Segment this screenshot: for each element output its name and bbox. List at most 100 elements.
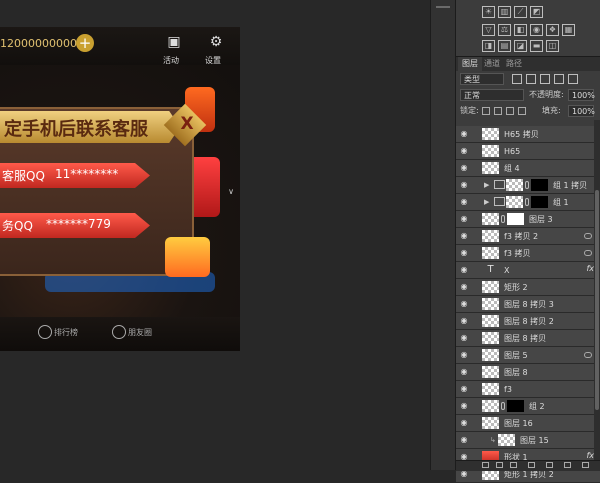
eye-icon[interactable]: ◉ <box>459 215 469 223</box>
curves-icon[interactable]: ⟋ <box>514 6 527 18</box>
new-layer-icon[interactable] <box>564 462 571 468</box>
layer-name[interactable]: 图层 8 拷贝 2 <box>504 313 554 330</box>
layer-row[interactable]: ◉ 图层 8 拷贝 3 <box>456 296 600 313</box>
sun-icon[interactable]: ☀ <box>482 6 495 18</box>
channel-mixer-icon[interactable]: ❖ <box>546 24 559 36</box>
layer-row[interactable]: ◉ 组 2 <box>456 398 600 415</box>
layer-row[interactable]: ◉ ▶ 组 1 <box>456 194 600 211</box>
eye-icon[interactable]: ◉ <box>459 130 469 138</box>
expand-group-icon[interactable]: ▶ <box>484 198 489 206</box>
layer-name[interactable]: 图层 8 拷贝 3 <box>504 296 554 313</box>
layer-name[interactable]: 组 1 <box>553 194 569 211</box>
invert-icon[interactable]: ◨ <box>482 40 495 52</box>
eye-icon[interactable]: ◉ <box>459 249 469 257</box>
layer-name[interactable]: 图层 15 <box>520 432 549 449</box>
eye-icon[interactable]: ◉ <box>459 368 469 376</box>
eye-icon[interactable]: ◉ <box>459 334 469 342</box>
blend-mode-select[interactable]: 正常 <box>460 89 524 101</box>
layer-name[interactable]: H65 拷贝 <box>504 126 539 143</box>
lock-move-icon[interactable] <box>506 107 514 115</box>
layer-mask-thumbnail[interactable] <box>507 400 524 412</box>
layer-row[interactable]: ◉ 组 4 <box>456 160 600 177</box>
layers-scroll-thumb[interactable] <box>595 190 599 410</box>
layer-name[interactable]: 图层 8 拷贝 <box>504 330 546 347</box>
eye-icon[interactable]: ◉ <box>459 300 469 308</box>
add-coins-button[interactable]: + <box>76 34 94 52</box>
eye-icon[interactable]: ◉ <box>459 181 469 189</box>
tab-channels[interactable]: 通道 <box>480 57 504 71</box>
eye-icon[interactable]: ◉ <box>459 436 469 444</box>
layer-mask-thumbnail[interactable] <box>507 213 524 225</box>
layer-row[interactable]: ◉ T Xfx <box>456 262 600 279</box>
mask-link-icon[interactable] <box>525 181 529 189</box>
tab-paths[interactable]: 路径 <box>502 57 526 71</box>
layer-name[interactable]: 图层 5 <box>504 347 528 364</box>
layer-name[interactable]: X <box>504 262 509 279</box>
eye-icon[interactable]: ◉ <box>459 198 469 206</box>
eye-icon[interactable]: ◉ <box>459 470 469 478</box>
layer-mask-thumbnail[interactable] <box>531 179 548 191</box>
layer-name[interactable]: 组 4 <box>504 160 520 177</box>
layer-row[interactable]: ◉ 图层 8 拷贝 <box>456 330 600 347</box>
layer-row[interactable]: ◉ ▶ 组 1 拷贝 <box>456 177 600 194</box>
collapsed-panel-grip[interactable] <box>436 6 450 8</box>
expand-group-icon[interactable]: ▶ <box>484 181 489 189</box>
layer-name[interactable]: 组 1 拷贝 <box>553 177 587 194</box>
layer-row[interactable]: ◉ H65 拷贝 <box>456 126 600 143</box>
lock-transparency-icon[interactable] <box>482 107 490 115</box>
eye-icon[interactable]: ◉ <box>459 317 469 325</box>
filter-type-icon[interactable] <box>540 74 550 84</box>
layer-name[interactable]: H65 <box>504 143 520 160</box>
threshold-icon[interactable]: ◪ <box>514 40 527 52</box>
fx-icon[interactable] <box>496 462 503 468</box>
eye-icon[interactable]: ◉ <box>459 266 469 274</box>
filter-adjust-icon[interactable] <box>526 74 536 84</box>
eye-icon[interactable]: ◉ <box>459 351 469 359</box>
document-canvas-area[interactable]: 12000000000 + ▣ 活动 ⚙ 设置 ∨ 定手机后联系客服 客服QQ … <box>0 0 455 470</box>
mask-link-icon[interactable] <box>501 402 505 410</box>
adjustment-layer-icon[interactable] <box>528 462 535 468</box>
trophy-icon[interactable] <box>38 325 52 339</box>
layer-row[interactable]: ◉ H65 <box>456 143 600 160</box>
exposure-icon[interactable]: ◩ <box>530 6 543 18</box>
lock-all-icon[interactable] <box>518 107 526 115</box>
levels-icon[interactable]: ▥ <box>498 6 511 18</box>
layer-row[interactable]: ◉ 图层 5 <box>456 347 600 364</box>
friends-icon[interactable] <box>112 325 126 339</box>
posterize-icon[interactable]: ▤ <box>498 40 511 52</box>
eye-icon[interactable]: ◉ <box>459 385 469 393</box>
layer-name[interactable]: f3 拷贝 2 <box>504 228 538 245</box>
trash-icon[interactable] <box>582 462 589 468</box>
filter-pixel-icon[interactable] <box>512 74 522 84</box>
layer-name[interactable]: f3 拷贝 <box>504 245 530 262</box>
filter-shape-icon[interactable] <box>554 74 564 84</box>
vibrance-icon[interactable]: ▽ <box>482 24 495 36</box>
new-group-icon[interactable] <box>546 462 553 468</box>
layer-name[interactable]: f3 <box>504 381 512 398</box>
lookup-icon[interactable]: ▦ <box>562 24 575 36</box>
layer-mask-thumbnail[interactable] <box>531 196 548 208</box>
eye-icon[interactable]: ◉ <box>459 164 469 172</box>
gear-icon[interactable]: ⚙ <box>208 35 224 49</box>
layer-row[interactable]: ◉ 图层 16 <box>456 415 600 432</box>
layer-name[interactable]: 图层 8 <box>504 364 528 381</box>
layer-row[interactable]: ◉ f3 拷贝 2 <box>456 228 600 245</box>
eye-icon[interactable]: ◉ <box>459 232 469 240</box>
layer-name[interactable]: 图层 16 <box>504 415 533 432</box>
close-icon[interactable]: X <box>178 113 196 135</box>
bw-icon[interactable]: ◧ <box>514 24 527 36</box>
layer-row[interactable]: ◉ 矩形 2 <box>456 279 600 296</box>
layer-row[interactable]: ◉ ↳ 图层 15 <box>456 432 600 449</box>
mask-link-icon[interactable] <box>501 215 505 223</box>
selective-color-icon[interactable]: ◫ <box>546 40 559 52</box>
document-canvas[interactable]: 12000000000 + ▣ 活动 ⚙ 设置 ∨ 定手机后联系客服 客服QQ … <box>0 27 240 351</box>
layer-effects-icon[interactable]: fx <box>586 451 594 460</box>
layer-row[interactable]: ◉ 图层 3 <box>456 211 600 228</box>
mask-link-icon[interactable] <box>525 198 529 206</box>
tab-layers[interactable]: 图层 <box>458 57 482 71</box>
layer-row[interactable]: ◉ 图层 8 拷贝 2 <box>456 313 600 330</box>
eye-icon[interactable]: ◉ <box>459 402 469 410</box>
eye-icon[interactable]: ◉ <box>459 283 469 291</box>
add-mask-icon[interactable] <box>510 462 517 468</box>
balance-icon[interactable]: ⚖ <box>498 24 511 36</box>
